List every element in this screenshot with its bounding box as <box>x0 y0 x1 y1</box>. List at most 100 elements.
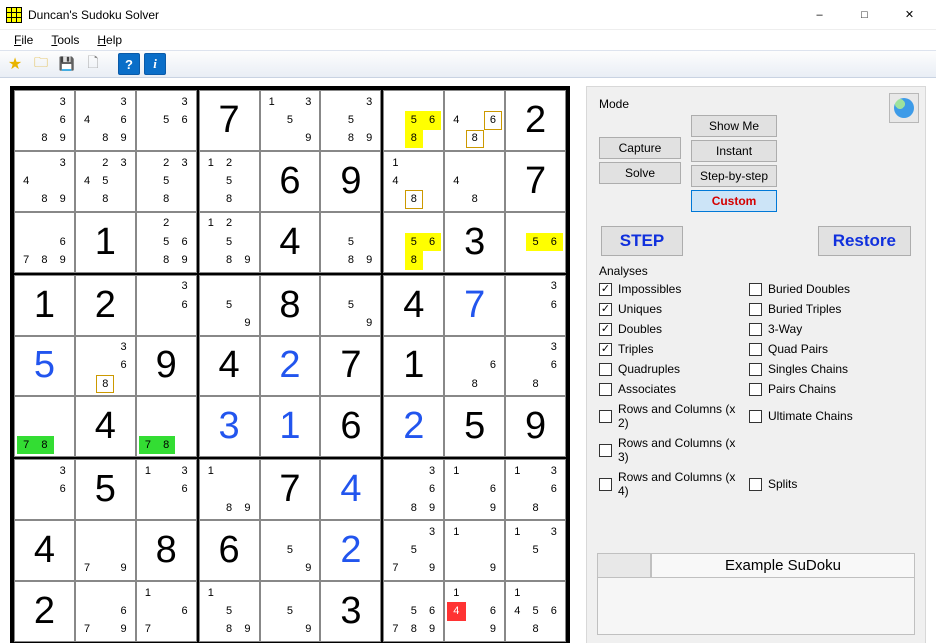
menu-tools[interactable]: Tools <box>43 31 87 49</box>
cell-r7-c4[interactable]: 59 <box>260 520 321 581</box>
cell-r0-c1[interactable]: 34689 <box>75 90 136 151</box>
cell-r1-c8[interactable]: 7 <box>505 151 566 212</box>
cell-r4-c1[interactable]: 368 <box>75 336 136 397</box>
cell-r8-c3[interactable]: 1589 <box>199 581 260 642</box>
check-tway[interactable]: 3-Way <box>749 322 899 336</box>
check-associates[interactable]: Associates <box>599 382 749 396</box>
cell-r3-c0[interactable]: 1 <box>14 275 75 336</box>
cell-r7-c5[interactable]: 2 <box>320 520 381 581</box>
cell-r7-c3[interactable]: 6 <box>199 520 260 581</box>
cell-r2-c4[interactable]: 4 <box>260 212 321 273</box>
cell-r6-c7[interactable]: 169 <box>444 459 505 520</box>
info-icon[interactable]: i <box>144 53 166 75</box>
check-splits[interactable]: Splits <box>749 470 899 498</box>
cell-r1-c5[interactable]: 9 <box>320 151 381 212</box>
cell-r7-c6[interactable]: 3579 <box>383 520 444 581</box>
maximize-button[interactable]: □ <box>842 0 887 29</box>
cell-r6-c4[interactable]: 7 <box>260 459 321 520</box>
cell-r2-c3[interactable]: 12589 <box>199 212 260 273</box>
cell-r3-c1[interactable]: 2 <box>75 275 136 336</box>
save-icon[interactable]: 💾 <box>56 53 78 75</box>
cell-r4-c3[interactable]: 4 <box>199 336 260 397</box>
cell-r4-c5[interactable]: 7 <box>320 336 381 397</box>
example-tab-stub[interactable] <box>597 553 651 577</box>
cell-r3-c5[interactable]: 59 <box>320 275 381 336</box>
custom-button[interactable]: Custom <box>691 190 777 212</box>
cell-r4-c7[interactable]: 68 <box>444 336 505 397</box>
cell-r8-c4[interactable]: 59 <box>260 581 321 642</box>
menu-help[interactable]: Help <box>89 31 130 49</box>
check-qpairs[interactable]: Quad Pairs <box>749 342 899 356</box>
check-uniques[interactable]: Uniques <box>599 302 749 316</box>
cell-r8-c8[interactable]: 14568 <box>505 581 566 642</box>
cell-r8-c6[interactable]: 56789 <box>383 581 444 642</box>
check-bdoubles[interactable]: Buried Doubles <box>749 282 899 296</box>
cell-r5-c2[interactable]: 78 <box>136 396 197 457</box>
check-doubles[interactable]: Doubles <box>599 322 749 336</box>
solve-button[interactable]: Solve <box>599 162 681 184</box>
star-icon[interactable]: ★ <box>4 53 26 75</box>
cell-r0-c3[interactable]: 7 <box>199 90 260 151</box>
cell-r5-c5[interactable]: 6 <box>320 396 381 457</box>
cell-r1-c4[interactable]: 6 <box>260 151 321 212</box>
cell-r1-c2[interactable]: 2358 <box>136 151 197 212</box>
cell-r3-c7[interactable]: 7 <box>444 275 505 336</box>
cell-r1-c0[interactable]: 3489 <box>14 151 75 212</box>
cell-r5-c4[interactable]: 1 <box>260 396 321 457</box>
cell-r8-c2[interactable]: 167 <box>136 581 197 642</box>
cell-r0-c4[interactable]: 1359 <box>260 90 321 151</box>
cell-r2-c6[interactable]: 568 <box>383 212 444 273</box>
cell-r8-c0[interactable]: 2 <box>14 581 75 642</box>
sudoku-board[interactable]: 3689346893563489234582358678912568971359… <box>10 86 570 643</box>
new-icon[interactable]: 🗋 <box>82 53 104 75</box>
cell-r8-c5[interactable]: 3 <box>320 581 381 642</box>
cell-r6-c0[interactable]: 36 <box>14 459 75 520</box>
cell-r7-c2[interactable]: 8 <box>136 520 197 581</box>
cell-r5-c0[interactable]: 78 <box>14 396 75 457</box>
cell-r4-c0[interactable]: 5 <box>14 336 75 397</box>
cell-r5-c1[interactable]: 4 <box>75 396 136 457</box>
cell-r5-c8[interactable]: 9 <box>505 396 566 457</box>
cell-r1-c3[interactable]: 1258 <box>199 151 260 212</box>
cell-r0-c2[interactable]: 356 <box>136 90 197 151</box>
cell-r1-c7[interactable]: 48 <box>444 151 505 212</box>
open-icon[interactable]: 🗀 <box>30 53 52 75</box>
cell-r6-c2[interactable]: 136 <box>136 459 197 520</box>
example-tab[interactable]: Example SuDoku <box>651 553 915 577</box>
cell-r3-c3[interactable]: 59 <box>199 275 260 336</box>
check-rc2[interactable]: Rows and Columns (x 2) <box>599 402 749 430</box>
cell-r0-c7[interactable]: 468 <box>444 90 505 151</box>
cell-r8-c1[interactable]: 679 <box>75 581 136 642</box>
cell-r6-c8[interactable]: 1368 <box>505 459 566 520</box>
cell-r7-c0[interactable]: 4 <box>14 520 75 581</box>
cell-r4-c2[interactable]: 9 <box>136 336 197 397</box>
cell-r0-c5[interactable]: 3589 <box>320 90 381 151</box>
help-icon[interactable]: ? <box>118 53 140 75</box>
cell-r6-c5[interactable]: 4 <box>320 459 381 520</box>
cell-r4-c4[interactable]: 2 <box>260 336 321 397</box>
check-impossibles[interactable]: Impossibles <box>599 282 749 296</box>
cell-r7-c1[interactable]: 79 <box>75 520 136 581</box>
cell-r7-c7[interactable]: 19 <box>444 520 505 581</box>
cell-r3-c6[interactable]: 4 <box>383 275 444 336</box>
cell-r0-c0[interactable]: 3689 <box>14 90 75 151</box>
check-rc4[interactable]: Rows and Columns (x 4) <box>599 470 749 498</box>
cell-r4-c6[interactable]: 1 <box>383 336 444 397</box>
instant-button[interactable]: Instant <box>691 140 777 162</box>
cell-r3-c4[interactable]: 8 <box>260 275 321 336</box>
cell-r3-c2[interactable]: 36 <box>136 275 197 336</box>
cell-r5-c3[interactable]: 3 <box>199 396 260 457</box>
cell-r5-c6[interactable]: 2 <box>383 396 444 457</box>
check-uchains[interactable]: Ultimate Chains <box>749 402 899 430</box>
cell-r1-c6[interactable]: 148 <box>383 151 444 212</box>
step-button[interactable]: STEP <box>601 226 683 256</box>
stepbystep-button[interactable]: Step-by-step <box>691 165 777 187</box>
check-rc3[interactable]: Rows and Columns (x 3) <box>599 436 749 464</box>
cell-r2-c2[interactable]: 25689 <box>136 212 197 273</box>
cell-r4-c8[interactable]: 368 <box>505 336 566 397</box>
cell-r0-c6[interactable]: 568 <box>383 90 444 151</box>
close-button[interactable]: ✕ <box>887 0 932 29</box>
globe-button[interactable] <box>889 93 919 123</box>
cell-r1-c1[interactable]: 23458 <box>75 151 136 212</box>
menu-file[interactable]: File <box>6 31 41 49</box>
